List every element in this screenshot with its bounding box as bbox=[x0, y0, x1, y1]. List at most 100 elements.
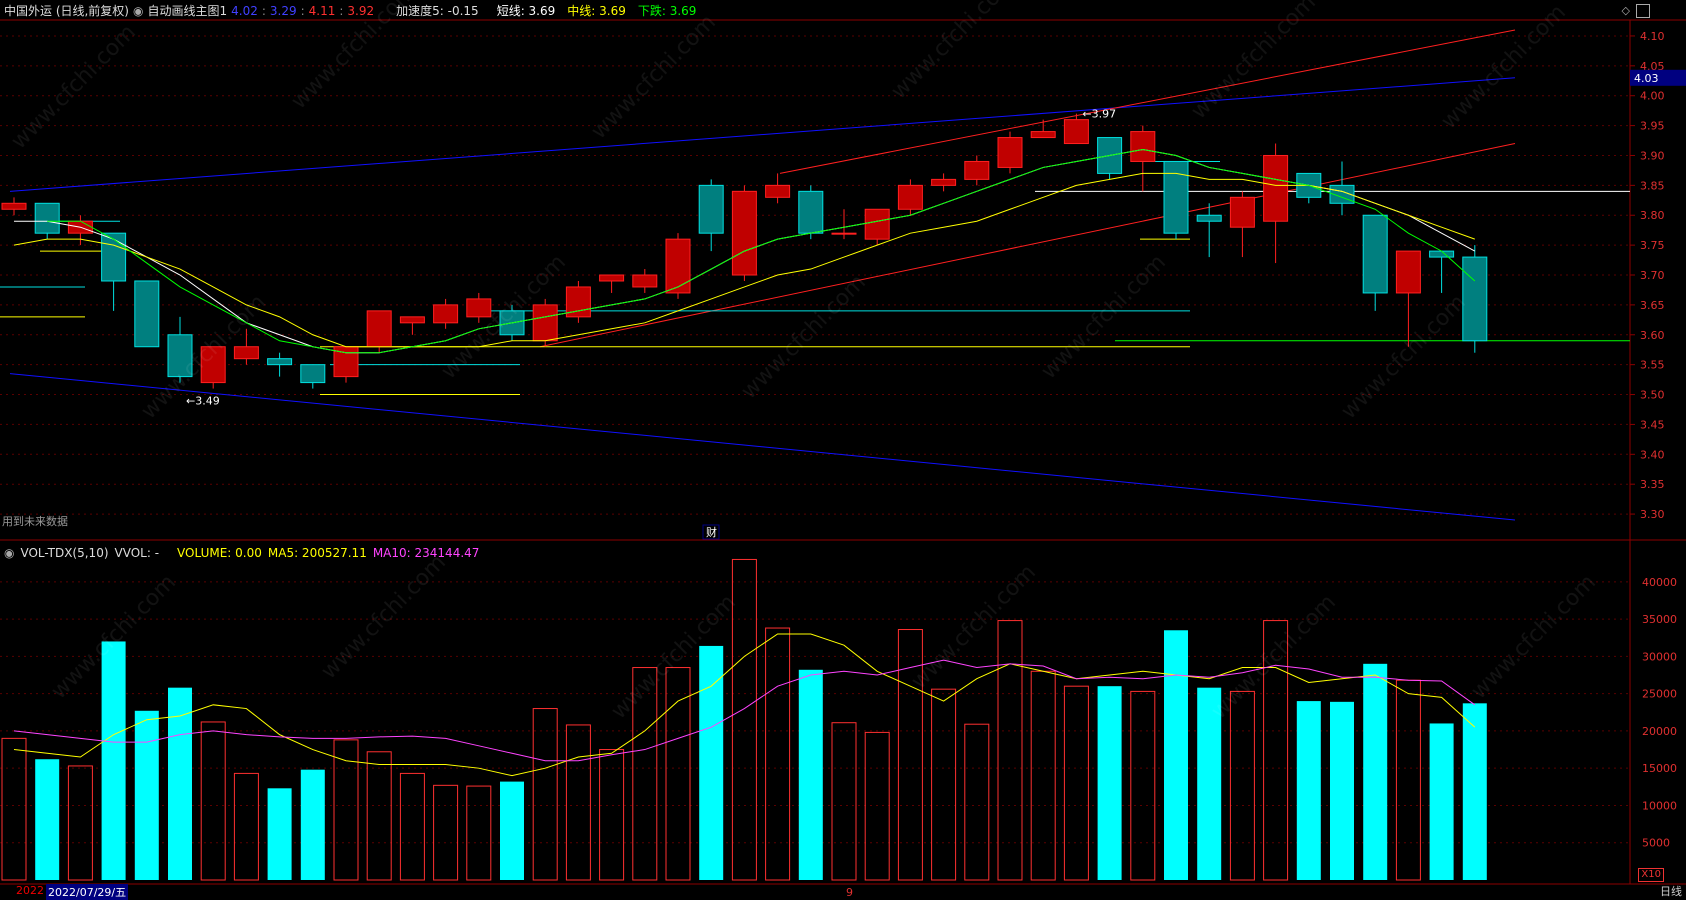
candle-body bbox=[134, 280, 160, 348]
short-line-value: 短线: 3.69 bbox=[496, 4, 556, 18]
month-marker: 9 bbox=[846, 886, 853, 899]
candle-body bbox=[731, 190, 757, 276]
volume-unit-badge: X10 bbox=[1638, 868, 1664, 882]
candle-body bbox=[831, 232, 857, 235]
price-header: 中国外运 (日线,前复权) ◉ 自动画线主图1 4.02 : 3.29 : 4.… bbox=[4, 2, 697, 20]
volume-bar bbox=[300, 769, 325, 880]
stock-title[interactable]: 中国外运 (日线,前复权) bbox=[4, 2, 129, 20]
volume-tick-label: 25000 bbox=[1642, 688, 1677, 701]
volume-bar bbox=[1229, 690, 1255, 881]
price-tick-label: 4.00 bbox=[1640, 90, 1665, 103]
volume-bar bbox=[565, 724, 591, 881]
candle-body bbox=[964, 160, 990, 180]
volume-bar bbox=[67, 765, 93, 881]
volume-tick-label: 30000 bbox=[1642, 650, 1677, 663]
price-tick-label: 3.50 bbox=[1640, 389, 1665, 402]
volume-bar bbox=[1363, 663, 1388, 880]
maximize-icon[interactable] bbox=[1636, 4, 1650, 18]
accel-value: 加速度5: -0.15 bbox=[396, 4, 479, 18]
channel-upper-blue bbox=[9, 77, 1516, 192]
volume-tick-label: 40000 bbox=[1642, 576, 1677, 589]
volume-bar bbox=[1330, 701, 1354, 880]
down-line-value: 下跌: 3.69 bbox=[637, 4, 697, 18]
volume-bar bbox=[1296, 701, 1321, 880]
price-tick-label: 3.45 bbox=[1640, 418, 1665, 431]
volume-tick-label: 5000 bbox=[1642, 837, 1670, 850]
volume-bar bbox=[1030, 670, 1056, 881]
price-tick-label: 3.60 bbox=[1640, 329, 1665, 342]
volume-toggle-icon[interactable]: ◉ bbox=[4, 546, 14, 560]
volume-tick-label: 15000 bbox=[1642, 762, 1677, 775]
watermark-text: www.cfchi.com bbox=[317, 550, 451, 684]
candle-body bbox=[34, 202, 60, 234]
price-tick-label: 3.75 bbox=[1640, 239, 1665, 252]
price-tick-label: 3.40 bbox=[1640, 448, 1665, 461]
volume-bar bbox=[35, 759, 60, 880]
candle-body bbox=[466, 298, 492, 318]
vol-ma5-line bbox=[13, 633, 1476, 777]
candle-body bbox=[532, 304, 558, 342]
volume-bar bbox=[200, 721, 226, 881]
volume-bar bbox=[798, 669, 823, 880]
indicator-toggle-icon[interactable]: ◉ bbox=[133, 2, 143, 20]
candle-body bbox=[1063, 119, 1089, 145]
volume-indicator-name[interactable]: VOL-TDX(5,10) bbox=[20, 546, 108, 560]
price-tick-label: 3.30 bbox=[1640, 508, 1665, 521]
candle-body bbox=[698, 184, 724, 234]
candle-body bbox=[300, 364, 326, 384]
candle-body bbox=[1196, 214, 1222, 222]
date-axis-left: 2022 bbox=[16, 884, 44, 897]
indicator-name[interactable]: 自动画线主图1 bbox=[147, 2, 227, 20]
candle-body bbox=[864, 208, 890, 240]
chart-canvas: 4.104.054.003.953.903.853.803.753.703.65… bbox=[0, 0, 1686, 899]
low-annotation: ←3.49 bbox=[186, 395, 220, 408]
volume-bar bbox=[466, 785, 492, 881]
candle-body bbox=[101, 232, 127, 282]
candle-body bbox=[1229, 196, 1255, 228]
vol-ma10-value: MA10: 234144.47 bbox=[372, 546, 480, 560]
watermark-text: www.cfchi.com bbox=[1337, 290, 1471, 424]
price-tick-label: 3.70 bbox=[1640, 269, 1665, 282]
volume-bar bbox=[399, 772, 425, 881]
watermark-text: www.cfchi.com bbox=[1467, 570, 1601, 704]
price-tick-label: 4.10 bbox=[1640, 30, 1665, 43]
price-tick-label: 3.80 bbox=[1640, 209, 1665, 222]
volume-bar bbox=[765, 627, 791, 881]
price-tick-label: 3.85 bbox=[1640, 179, 1665, 192]
volume-bar bbox=[1097, 686, 1122, 880]
price-tick-label: 3.35 bbox=[1640, 478, 1665, 491]
candle-body bbox=[1163, 160, 1189, 234]
watermark-text: www.cfchi.com bbox=[1037, 250, 1171, 384]
price-tick-label: 3.90 bbox=[1640, 149, 1665, 162]
watermark-text: www.cfchi.com bbox=[887, 0, 1021, 104]
period-label[interactable]: 日线 bbox=[1660, 883, 1682, 899]
volume-bar bbox=[665, 667, 691, 881]
candle-body bbox=[765, 184, 791, 198]
volume-bar bbox=[997, 620, 1023, 881]
volume-bar bbox=[433, 784, 459, 881]
indicator-val3: 4.11 bbox=[308, 4, 336, 18]
candle-body bbox=[997, 137, 1023, 168]
volume-bar bbox=[1164, 630, 1188, 880]
watermark-text: www.cfchi.com bbox=[737, 270, 871, 404]
diamond-icon[interactable]: ◇ bbox=[1622, 4, 1630, 17]
volume-tick-label: 20000 bbox=[1642, 725, 1677, 738]
candle-body bbox=[1030, 131, 1056, 139]
volume-bar bbox=[500, 781, 524, 880]
indicator-val4: 3.92 bbox=[347, 4, 375, 18]
volume-tick-label: 10000 bbox=[1642, 799, 1677, 812]
volume-bar bbox=[532, 708, 558, 881]
volume-bar bbox=[1462, 703, 1487, 880]
volume-bar bbox=[101, 641, 126, 880]
candle-body bbox=[366, 310, 392, 348]
volume-bar bbox=[931, 688, 957, 881]
volume-bar bbox=[831, 722, 857, 881]
volume-header: ◉ VOL-TDX(5,10) VVOL: - VOLUME: 0.00 MA5… bbox=[4, 545, 479, 561]
ma-down-line bbox=[47, 148, 1476, 354]
candle-body bbox=[1395, 250, 1421, 294]
future-data-note: 用到未来数据 bbox=[2, 515, 68, 528]
volume-bar bbox=[1, 737, 27, 881]
candle-body bbox=[931, 178, 957, 186]
volume-value: VOLUME: 0.00 bbox=[177, 546, 262, 560]
vol-ma5-value: MA5: 200527.11 bbox=[267, 546, 367, 560]
